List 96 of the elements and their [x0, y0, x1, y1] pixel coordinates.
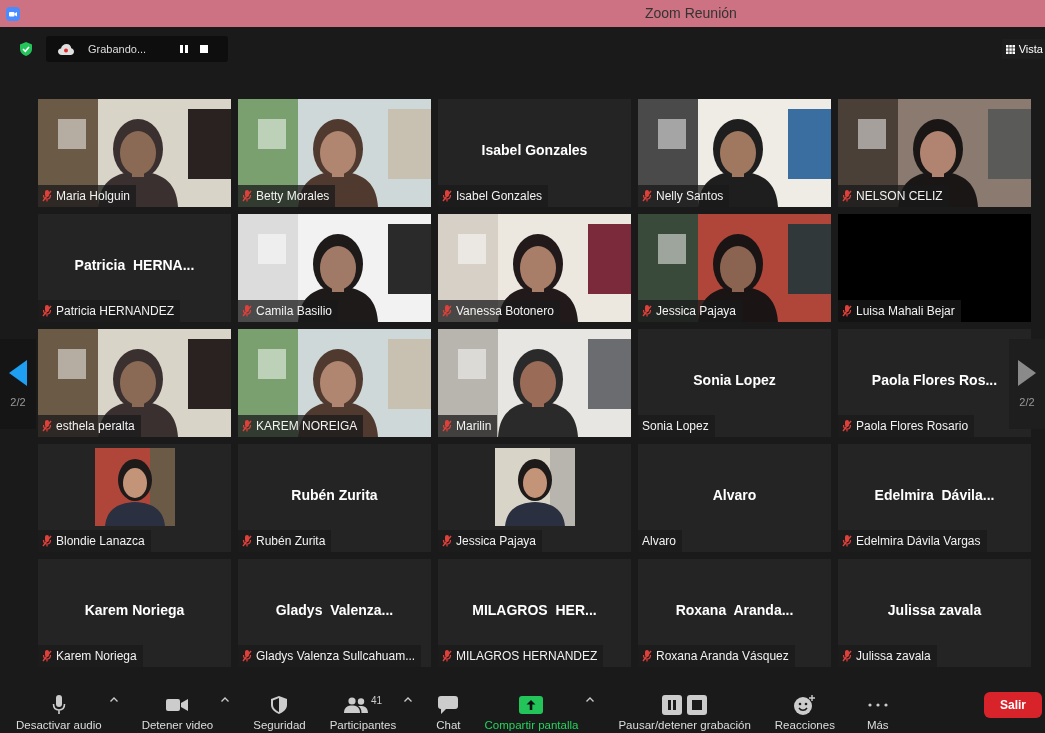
leave-button[interactable]: Salir	[984, 692, 1042, 718]
muted-mic-icon	[42, 190, 52, 202]
muted-mic-icon	[242, 535, 252, 547]
pause-icon[interactable]	[180, 45, 189, 53]
window-title: Zoom Reunión	[645, 5, 737, 21]
smiley-icon	[793, 695, 816, 715]
next-page-button[interactable]: 2/2	[1009, 339, 1045, 429]
participant-name: Karem Noriega	[84, 602, 185, 618]
more-icon	[867, 703, 888, 707]
participant-label: Roxana Aranda Vásquez	[656, 649, 789, 663]
muted-mic-icon	[242, 190, 252, 202]
shield-icon	[20, 42, 32, 56]
participant-label: Jessica Pajaya	[456, 534, 537, 548]
muted-mic-icon	[442, 535, 452, 547]
participant-label: Karem Noriega	[56, 649, 137, 663]
toolbar-button[interactable]: 41 Participantes	[327, 693, 399, 731]
people-icon	[343, 697, 368, 713]
muted-mic-icon	[242, 650, 252, 662]
participant-label: Camila Basilio	[256, 304, 333, 318]
toolbar-button[interactable]: Pausar/detener grabación	[616, 693, 753, 731]
participant-label: Patricia HERNANDEZ	[56, 304, 175, 318]
participant-label: Betty Morales	[256, 189, 330, 203]
muted-mic-icon	[842, 650, 852, 662]
muted-mic-icon	[842, 190, 852, 202]
participant-label: Julissa zavala	[856, 649, 931, 663]
participant-label: Jessica Pajaya	[656, 304, 737, 318]
participant-name: Paola Flores Ros...	[871, 372, 998, 388]
participant-name: Gladys Valenza...	[275, 602, 394, 618]
participant-label: Blondie Lanazca	[56, 534, 145, 548]
participant-name: Roxana Aranda...	[675, 602, 794, 618]
view-button[interactable]: Vista	[1001, 39, 1045, 59]
share-screen-icon	[519, 696, 544, 714]
participant-name: Isabel Gonzales	[481, 142, 588, 158]
muted-mic-icon	[442, 650, 452, 662]
muted-mic-icon	[242, 305, 252, 317]
muted-mic-icon	[442, 305, 452, 317]
participant-label: Gladys Valenza Sullcahuam...	[256, 649, 416, 663]
muted-mic-icon	[842, 420, 852, 432]
participant-label: Nelly Santos	[656, 189, 724, 203]
participant-label: Edelmira Dávila Vargas	[856, 534, 981, 548]
muted-mic-icon	[442, 190, 452, 202]
muted-mic-icon	[842, 535, 852, 547]
participant-label: MILAGROS HERNANDEZ	[456, 649, 598, 663]
toolbar-button[interactable]: Desactivar audio	[14, 693, 104, 731]
caret-icon[interactable]	[404, 697, 413, 702]
toolbar-button[interactable]: Chat	[434, 693, 463, 731]
right-triangle-icon	[1018, 360, 1036, 386]
participant-label: KAREM NOREIGA	[256, 419, 358, 433]
participant-label: Paola Flores Rosario	[856, 419, 969, 433]
caret-icon[interactable]	[586, 697, 595, 702]
participant-label: Marilin	[456, 419, 492, 433]
toolbar-button[interactable]: Compartir pantalla	[482, 693, 581, 731]
caret-icon[interactable]	[109, 697, 118, 702]
shield-icon	[271, 696, 288, 714]
muted-mic-icon	[442, 420, 452, 432]
muted-mic-icon	[42, 305, 52, 317]
stop-icon[interactable]	[200, 45, 209, 53]
muted-mic-icon	[42, 535, 52, 547]
participant-label: Vanessa Botonero	[456, 304, 554, 318]
participant-label: NELSON CELIZ	[856, 189, 943, 203]
participant-name: Sonia Lopez	[693, 372, 776, 388]
participant-name: Alvaro	[712, 487, 757, 503]
camera-icon	[6, 6, 20, 21]
chat-bubble-icon	[438, 696, 459, 714]
participant-label: Luisa Mahali Bejar	[856, 304, 955, 318]
participant-label: Isabel Gonzales	[456, 189, 543, 203]
participant-label: Alvaro	[642, 534, 676, 548]
toolbar-button[interactable]: Reacciones	[772, 693, 837, 731]
participant-label: Sonia Lopez	[642, 419, 709, 433]
participant-label: Maria Holguin	[56, 189, 131, 203]
participant-name: Patricia HERNA...	[74, 257, 195, 273]
muted-mic-icon	[42, 420, 52, 432]
muted-mic-icon	[642, 190, 652, 202]
previous-page-button[interactable]: 2/2	[0, 339, 36, 429]
video-camera-icon	[166, 698, 189, 712]
participant-label: Rubén Zurita	[256, 534, 326, 548]
left-triangle-icon	[9, 360, 27, 386]
muted-mic-icon	[42, 650, 52, 662]
participant-name: Julissa zavala	[887, 602, 982, 618]
participant-name: Edelmira Dávila...	[874, 487, 995, 503]
participant-label: esthela peralta	[56, 419, 135, 433]
participant-name: MILAGROS HER...	[472, 602, 597, 618]
muted-mic-icon	[642, 305, 652, 317]
toolbar-button[interactable]: Más	[864, 693, 891, 731]
microphone-icon	[51, 695, 66, 715]
cloud-icon	[58, 43, 74, 55]
participant-name: Rubén Zurita	[291, 487, 378, 503]
toolbar-button[interactable]: Seguridad	[251, 693, 308, 731]
grid-icon	[1005, 44, 1015, 54]
caret-icon[interactable]	[221, 697, 230, 702]
muted-mic-icon	[242, 420, 252, 432]
muted-mic-icon	[642, 650, 652, 662]
muted-mic-icon	[842, 305, 852, 317]
pause-stop-icon	[661, 695, 708, 715]
recording-status: Grabando...	[88, 43, 147, 55]
toolbar-button[interactable]: Detener video	[139, 693, 216, 731]
